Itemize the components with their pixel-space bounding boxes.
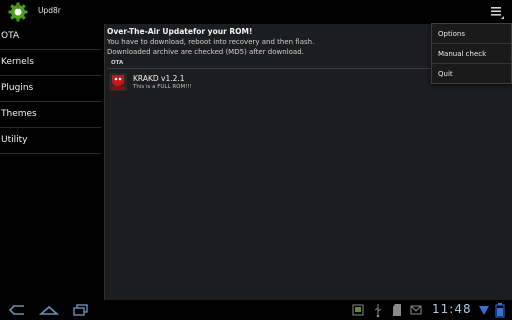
sidebar-item-label: Utility [1, 135, 28, 145]
menu-item-label: Quit [438, 70, 453, 78]
back-icon[interactable] [6, 302, 28, 318]
description-line-1: You have to download, reboot into recove… [107, 38, 315, 46]
sidebar-item-kernels[interactable]: Kernels [0, 50, 101, 76]
menu-item-manual-check[interactable]: Manual check [432, 44, 511, 64]
clock: 11:48 [432, 302, 472, 316]
sidebar-item-label: Kernels [1, 57, 34, 67]
screenshot-icon[interactable] [352, 302, 364, 318]
menu-item-label: Manual check [438, 50, 487, 58]
sidebar: OTA Kernels Plugins Themes Utility [0, 24, 101, 296]
sidebar-item-themes[interactable]: Themes [0, 102, 101, 128]
rom-name: KRAKD v1.2.1 [133, 74, 185, 83]
wifi-icon[interactable] [478, 302, 490, 318]
recent-apps-icon[interactable] [70, 302, 92, 318]
description-line-2: Downloaded archive are checked (MD5) aft… [107, 48, 304, 56]
overflow-menu: Options Manual check Quit [431, 23, 512, 84]
sidebar-item-label: Plugins [1, 83, 34, 93]
rom-logo-icon [109, 73, 127, 91]
usb-icon[interactable] [372, 302, 384, 318]
sidebar-item-utility[interactable]: Utility [0, 128, 101, 154]
rom-description: This is a FULL ROM!!! [133, 84, 192, 90]
overflow-menu-icon[interactable] [486, 4, 506, 20]
battery-icon[interactable] [494, 302, 506, 318]
sd-card-icon[interactable] [392, 302, 404, 318]
sidebar-item-label: Themes [1, 109, 37, 119]
sidebar-item-plugins[interactable]: Plugins [0, 76, 101, 102]
action-bar: Upd8r [0, 0, 512, 24]
app-gear-icon[interactable] [8, 2, 28, 22]
app-title: Upd8r [38, 6, 61, 15]
sidebar-item-ota[interactable]: OTA [0, 24, 101, 50]
home-icon[interactable] [38, 302, 60, 318]
menu-item-options[interactable]: Options [432, 24, 511, 44]
menu-item-label: Options [438, 30, 466, 38]
notification-icon[interactable] [410, 302, 422, 318]
section-header-label: OTA [111, 60, 124, 66]
system-bar: 11:48 [0, 300, 512, 320]
sidebar-item-label: OTA [1, 31, 20, 41]
menu-item-quit[interactable]: Quit [432, 64, 511, 84]
page-title: Over-The-Air Updatefor your ROM! [107, 27, 253, 36]
